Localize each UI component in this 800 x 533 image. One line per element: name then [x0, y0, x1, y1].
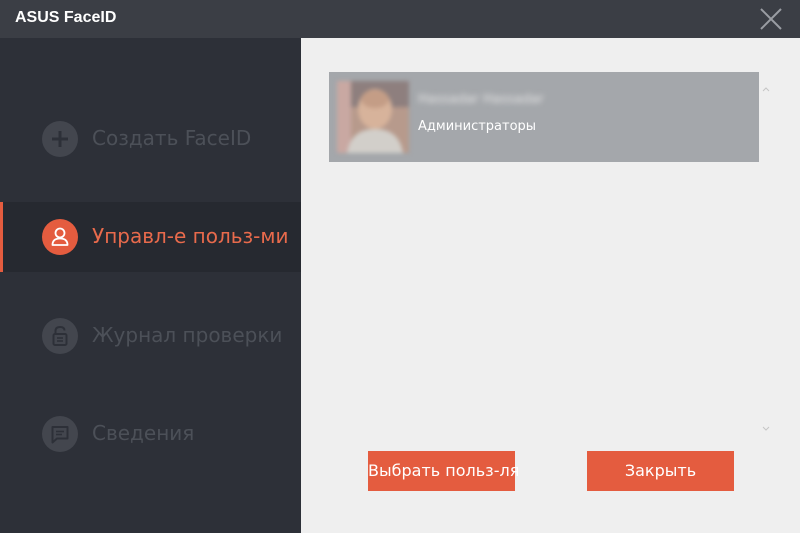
- chat-icon: [42, 416, 78, 452]
- sidebar-item-info[interactable]: Сведения: [0, 399, 301, 469]
- main-content: Hassadar Hassadar Администраторы Выбрать…: [301, 38, 800, 533]
- app-title: ASUS FaceID: [15, 9, 117, 26]
- sidebar-item-user-management[interactable]: Управл-е польз-ми: [0, 202, 301, 272]
- user-icon: [42, 219, 78, 255]
- user-name: Hassadar Hassadar: [418, 92, 544, 107]
- sidebar-item-label: Создать FaceID: [92, 126, 252, 150]
- avatar: [337, 81, 409, 153]
- faceid-window: ASUS FaceID Создать FaceID Управл-е поль…: [0, 0, 800, 533]
- close-window-button[interactable]: [757, 5, 785, 33]
- chevron-up-icon: [762, 87, 770, 92]
- close-icon: [760, 8, 782, 30]
- close-button[interactable]: Закрыть: [587, 451, 734, 491]
- sidebar: Создать FaceID Управл-е польз-ми Журнал …: [0, 38, 301, 533]
- scroll-up-button[interactable]: [761, 78, 771, 92]
- scroll-down-button[interactable]: [761, 418, 771, 431]
- sidebar-item-label: Журнал проверки: [92, 323, 283, 347]
- select-user-button[interactable]: Выбрать польз-ля: [368, 451, 519, 491]
- active-indicator: [0, 202, 3, 272]
- sidebar-item-label: Сведения: [92, 421, 195, 445]
- plus-icon: [42, 121, 78, 157]
- title-bar: ASUS FaceID: [0, 0, 800, 38]
- sidebar-item-create-faceid[interactable]: Создать FaceID: [0, 104, 301, 174]
- user-group: Администраторы: [418, 119, 537, 134]
- user-list: Hassadar Hassadar Администраторы: [329, 72, 759, 422]
- chevron-down-icon: [762, 426, 770, 431]
- user-list-item[interactable]: Hassadar Hassadar Администраторы: [329, 72, 759, 162]
- sidebar-item-label: Управл-е польз-ми: [92, 224, 289, 248]
- lock-icon: [42, 318, 78, 354]
- sidebar-item-verification-log[interactable]: Журнал проверки: [0, 301, 301, 371]
